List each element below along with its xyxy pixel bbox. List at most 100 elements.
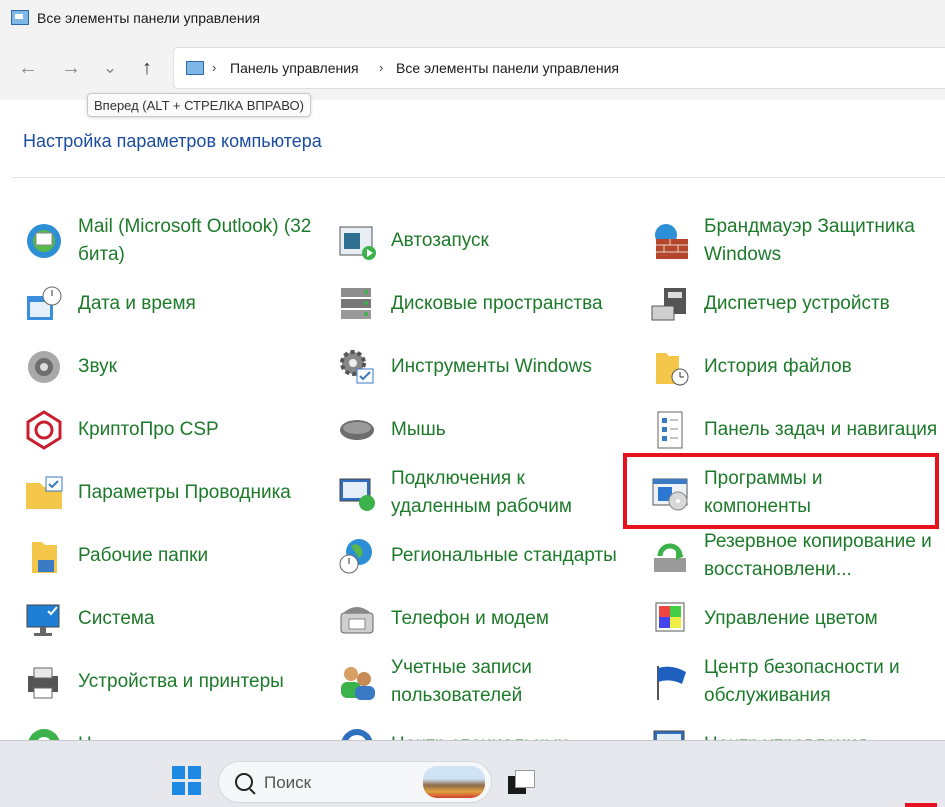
item-user-accounts[interactable]: Учетные записи пользователей <box>337 654 622 710</box>
item-system[interactable]: Система <box>24 591 314 647</box>
item-work-folders[interactable]: Рабочие папки <box>24 528 314 584</box>
divider <box>12 177 945 178</box>
item-windows-tools[interactable]: Инструменты Windows <box>337 339 622 395</box>
phone-modem-icon <box>337 599 377 639</box>
taskbar-indicator <box>905 803 937 807</box>
item-label: Устройства и принтеры <box>78 671 284 692</box>
region-icon <box>337 536 377 576</box>
item-date-time[interactable]: Дата и время <box>24 276 314 332</box>
breadcrumb-separator-icon: › <box>379 60 384 75</box>
item-mail[interactable]: Mail (Microsoft Outlook) (32 бита) <box>24 213 314 269</box>
cryptopro-icon <box>24 410 64 450</box>
mail-icon <box>24 221 64 261</box>
title-bar: Все элементы панели управления <box>0 0 945 38</box>
breadcrumb-control-panel[interactable]: Панель управления <box>230 60 359 76</box>
item-label: Параметры Проводника <box>78 482 291 503</box>
address-bar[interactable]: › Панель управления › Все элементы панел… <box>173 47 945 89</box>
item-label: Резервное копирование и восстановлени... <box>704 531 932 580</box>
item-explorer-options[interactable]: Параметры Проводника <box>24 465 314 521</box>
item-ease-of-access[interactable]: Центр специальных <box>337 717 622 740</box>
item-sound[interactable]: Звук <box>24 339 314 395</box>
up-arrow-icon[interactable]: ↑ <box>133 54 161 82</box>
search-placeholder: Поиск <box>264 773 312 792</box>
item-security-maintenance[interactable]: Центр безопасности и обслуживания <box>650 654 940 710</box>
control-panel-window: Все элементы панели управления ← → ⌄ ↑ ›… <box>0 0 945 741</box>
item-label: Автозапуск <box>391 230 489 251</box>
item-label: Центр управления <box>704 731 867 740</box>
item-remote-desktop[interactable]: Подключения к удаленным рабочим <box>337 465 622 521</box>
user-accounts-icon <box>337 662 377 702</box>
item-device-manager[interactable]: Диспетчер устройств <box>650 276 940 332</box>
item-partial[interactable]: Н <box>24 717 314 740</box>
network-center-icon <box>650 725 690 740</box>
forward-tooltip: Вперед (ALT + СТРЕЛКА ВПРАВО) <box>87 93 311 117</box>
item-mouse[interactable]: Мышь <box>337 402 622 458</box>
item-label: Учетные записи пользователей <box>391 657 532 706</box>
ease-of-access-icon <box>337 725 377 740</box>
item-firewall[interactable]: Брандмауэр Защитника Windows <box>650 213 940 269</box>
item-label: Региональные стандарты <box>391 545 617 566</box>
item-label: Панель задач и навигация <box>704 419 938 440</box>
forward-arrow-icon[interactable]: → <box>57 54 85 82</box>
system-icon <box>24 599 64 639</box>
control-panel-icon <box>186 61 204 75</box>
item-label: Диспетчер устройств <box>704 293 890 314</box>
item-label: Н <box>78 731 92 740</box>
item-taskbar-navigation[interactable]: Панель задач и навигация <box>650 402 940 458</box>
item-network-center[interactable]: Центр управления <box>650 717 940 740</box>
page-heading: Настройка параметров компьютера <box>23 131 322 151</box>
breadcrumb-all-items[interactable]: Все элементы панели управления <box>396 60 619 76</box>
sound-icon <box>24 347 64 387</box>
work-folders-icon <box>24 536 64 576</box>
autoplay-icon <box>337 221 377 261</box>
item-label: Центр безопасности и обслуживания <box>704 657 900 706</box>
item-backup-restore[interactable]: Резервное копирование и восстановлени... <box>650 528 940 584</box>
item-autoplay[interactable]: Автозапуск <box>337 213 622 269</box>
taskbar-icon <box>650 410 690 450</box>
windows-logo-icon[interactable] <box>172 766 202 796</box>
item-label: Дисковые пространства <box>391 293 603 314</box>
back-arrow-icon[interactable]: ← <box>14 54 42 82</box>
explorer-options-icon <box>24 473 64 513</box>
item-label: Центр специальных <box>391 731 568 740</box>
item-region[interactable]: Региональные стандарты <box>337 528 622 584</box>
control-panel-icon <box>11 10 29 25</box>
taskbar-search-box[interactable]: Поиск <box>218 761 492 803</box>
item-cryptopro[interactable]: КриптоПро CSP <box>24 402 314 458</box>
item-color-management[interactable]: Управление цветом <box>650 591 940 647</box>
breadcrumb-separator-icon: › <box>212 60 217 75</box>
highlight-box <box>623 453 939 529</box>
partial-icon <box>24 725 64 740</box>
item-file-history[interactable]: История файлов <box>650 339 940 395</box>
search-icon <box>235 773 253 791</box>
item-label: Брандмауэр Защитника Windows <box>704 216 915 265</box>
navigation-bar: ← → ⌄ ↑ › Панель управления › Все элемен… <box>0 38 945 100</box>
device-manager-icon <box>650 284 690 324</box>
recent-locations-chevron-icon[interactable]: ⌄ <box>96 54 124 82</box>
item-label: Система <box>78 608 155 629</box>
item-label: Подключения к удаленным рабочим <box>391 468 572 517</box>
color-management-icon <box>650 599 690 639</box>
backup-icon <box>650 536 690 576</box>
item-label: История файлов <box>704 356 852 377</box>
mouse-icon <box>337 410 377 450</box>
storage-spaces-icon <box>337 284 377 324</box>
window-title: Все элементы панели управления <box>37 10 260 26</box>
item-label: КриптоПро CSP <box>78 419 219 440</box>
item-phone-modem[interactable]: Телефон и модем <box>337 591 622 647</box>
item-label: Инструменты Windows <box>391 356 592 377</box>
item-devices-printers[interactable]: Устройства и принтеры <box>24 654 314 710</box>
item-label: Телефон и модем <box>391 608 549 629</box>
file-history-icon <box>650 347 690 387</box>
item-label: Mail (Microsoft Outlook) (32 бита) <box>78 216 312 265</box>
datetime-icon <box>24 284 64 324</box>
item-label: Дата и время <box>78 293 196 314</box>
item-label: Мышь <box>391 419 446 440</box>
security-center-icon <box>650 662 690 702</box>
task-view-icon[interactable] <box>508 770 538 796</box>
remote-desktop-icon <box>337 473 377 513</box>
devices-printers-icon <box>24 662 64 702</box>
item-storage-spaces[interactable]: Дисковые пространства <box>337 276 622 332</box>
item-label: Рабочие папки <box>78 545 209 566</box>
item-label: Звук <box>78 356 117 377</box>
